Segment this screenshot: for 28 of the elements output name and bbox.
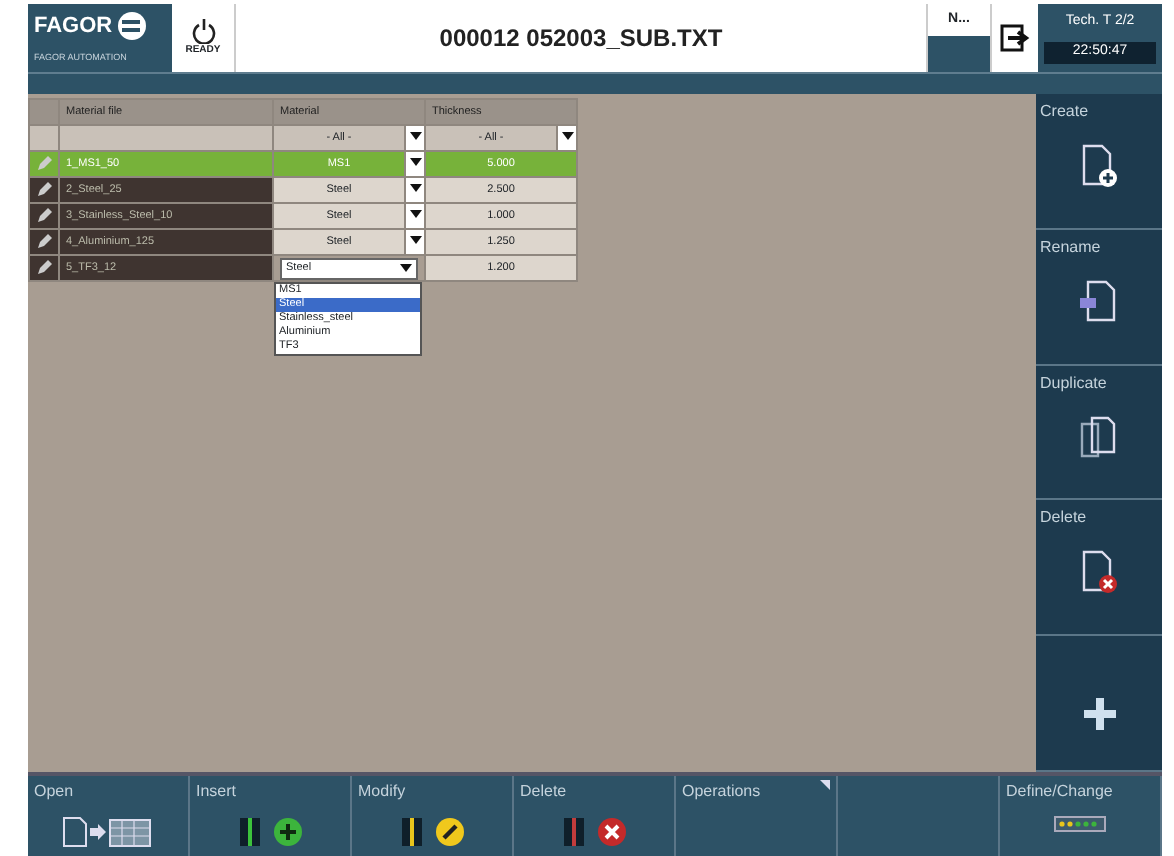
file-title: 000012 052003_SUB.TXT — [437, 22, 725, 56]
power-icon — [191, 17, 215, 44]
dropdown-arrow-icon[interactable] — [409, 157, 421, 166]
logo-text: FAGOR — [34, 11, 113, 42]
dropdown-arrow-icon[interactable] — [409, 183, 421, 192]
logo-icon — [118, 12, 147, 41]
edit-icon — [436, 818, 464, 846]
exit-icon — [999, 22, 1031, 54]
dropdown-arrow-icon[interactable] — [409, 235, 421, 244]
file-to-table-icon — [62, 816, 154, 848]
dropdown-arrow-icon[interactable] — [400, 264, 412, 272]
add-icon — [274, 818, 302, 846]
column-icon — [400, 816, 424, 848]
mode-panel — [928, 36, 990, 72]
dropdown-arrow-icon[interactable] — [409, 209, 421, 218]
column-icon — [238, 816, 262, 848]
menu-softkey[interactable]: Operations — [676, 776, 838, 856]
delete-file-icon — [1079, 550, 1119, 595]
copy-icon — [1079, 415, 1119, 460]
column-icon — [562, 816, 586, 848]
dropdown-arrow-icon[interactable] — [561, 131, 573, 140]
corner-mark-icon — [820, 780, 830, 790]
dropdown-arrow-icon[interactable] — [409, 131, 421, 140]
level-bar-icon — [1054, 816, 1106, 832]
open-softkey[interactable]: Open — [28, 776, 190, 856]
new-file-icon — [1079, 144, 1119, 188]
rename-file-icon — [1079, 279, 1119, 324]
delete-icon — [598, 818, 626, 846]
